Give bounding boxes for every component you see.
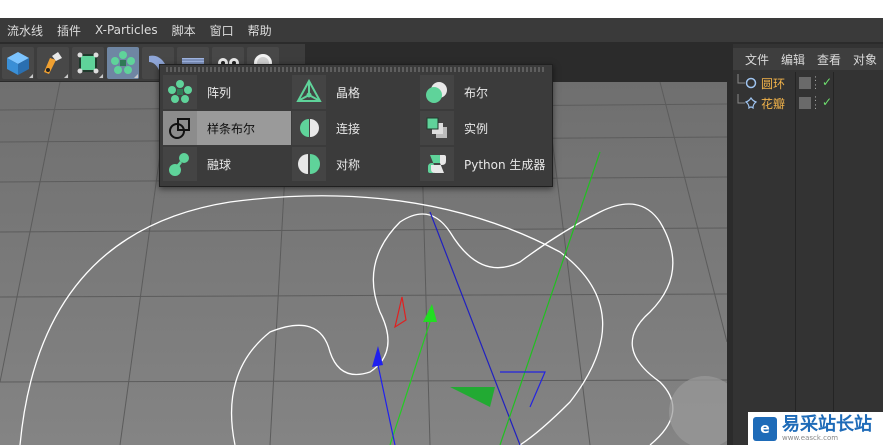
popup-item-spline-boolean[interactable]: 样条布尔 — [163, 111, 291, 145]
menu-item-window[interactable]: 窗口 — [203, 22, 241, 39]
popup-item-label: 连接 — [336, 121, 361, 136]
array-icon — [168, 80, 192, 103]
subdivision-button[interactable] — [72, 46, 104, 79]
popup-item-label: Python 生成器 — [464, 157, 546, 172]
popup-item-label: 融球 — [207, 157, 232, 172]
watermark-title: 易采站长站 — [782, 413, 872, 435]
spline-boolean-icon — [169, 118, 190, 139]
menu-item-help[interactable]: 帮助 — [241, 22, 279, 39]
boolean-icon — [426, 82, 447, 103]
popup-item-connect[interactable]: 连接 — [292, 111, 418, 145]
popup-item-label: 布尔 — [464, 85, 489, 100]
visibility-dots-icon[interactable]: :: — [814, 95, 817, 112]
menu-item-x-particles[interactable]: X-Particles — [88, 23, 165, 37]
enabled-check-icon[interactable]: ✓ — [822, 75, 832, 89]
generators-popup-menu: 阵列 晶格 布尔 样条布尔 连接 实例 融球 对称 Python 生成器 — [159, 64, 553, 187]
instance-icon — [426, 117, 447, 138]
cube-icon — [7, 51, 29, 75]
popup-drag-handle[interactable] — [166, 67, 546, 72]
connect-icon — [300, 119, 319, 137]
visibility-dots-icon[interactable]: :: — [814, 75, 817, 92]
popup-item-instance[interactable]: 实例 — [420, 111, 548, 145]
popup-item-label: 阵列 — [207, 85, 232, 100]
om-menu-file[interactable]: 文件 — [745, 51, 769, 68]
column-divider — [833, 72, 834, 445]
symmetry-icon — [298, 154, 320, 174]
watermark-logo: e — [753, 416, 777, 441]
popup-item-label: 实例 — [464, 121, 489, 136]
popup-item-lattice[interactable]: 晶格 — [292, 75, 418, 109]
popup-item-metaball[interactable]: 融球 — [163, 147, 291, 181]
om-menu-edit[interactable]: 编辑 — [781, 51, 805, 68]
object-name: 圆环 — [761, 76, 786, 91]
tree-line-icon — [737, 74, 745, 84]
circle-icon — [745, 77, 757, 89]
pen-button[interactable] — [37, 46, 69, 79]
popup-item-python-generator[interactable]: Python 生成器 — [420, 147, 548, 181]
om-menu-object[interactable]: 对象 — [853, 51, 877, 68]
site-watermark: e 易采站长站 www.easck.com — [748, 412, 883, 445]
menu-item-script[interactable]: 脚本 — [165, 22, 203, 39]
flower-icon — [745, 97, 757, 109]
object-row-flower[interactable]: 花瓣 :: ✓ — [733, 94, 883, 112]
subdivision-icon — [77, 52, 99, 73]
object-manager-panel: 文件 编辑 查看 对象 圆环 :: ✓ 花瓣 :: ✓ — [733, 44, 883, 445]
enabled-check-icon[interactable]: ✓ — [822, 95, 832, 109]
pen-icon — [44, 51, 62, 74]
popup-item-boolean[interactable]: 布尔 — [420, 75, 548, 109]
menubar: 流水线 插件 X-Particles 脚本 窗口 帮助 — [0, 18, 883, 42]
object-manager-menubar: 文件 编辑 查看 对象 — [733, 48, 883, 70]
popup-item-label: 对称 — [336, 157, 361, 172]
column-divider — [795, 72, 796, 445]
layer-toggle-icon[interactable] — [799, 77, 811, 89]
python-icon — [428, 155, 446, 173]
watermark-url: www.easck.com — [782, 433, 839, 442]
popup-item-label: 晶格 — [336, 85, 361, 100]
popup-item-array[interactable]: 阵列 — [163, 75, 291, 109]
object-row-circle[interactable]: 圆环 :: ✓ — [733, 74, 883, 92]
popup-item-symmetry[interactable]: 对称 — [292, 147, 418, 181]
object-name: 花瓣 — [761, 96, 786, 111]
popup-item-label: 样条布尔 — [207, 121, 256, 136]
menu-item-plugins[interactable]: 插件 — [50, 22, 88, 39]
window-top-edge — [0, 0, 883, 18]
array-button[interactable] — [107, 46, 139, 79]
lattice-icon — [296, 79, 322, 102]
tree-line-icon — [737, 94, 745, 104]
array-icon — [111, 50, 135, 74]
cube-button[interactable] — [2, 46, 34, 79]
om-menu-view[interactable]: 查看 — [817, 51, 841, 68]
layer-toggle-icon[interactable] — [799, 97, 811, 109]
metaball-icon — [169, 153, 189, 176]
menu-item-pipeline[interactable]: 流水线 — [0, 22, 50, 39]
